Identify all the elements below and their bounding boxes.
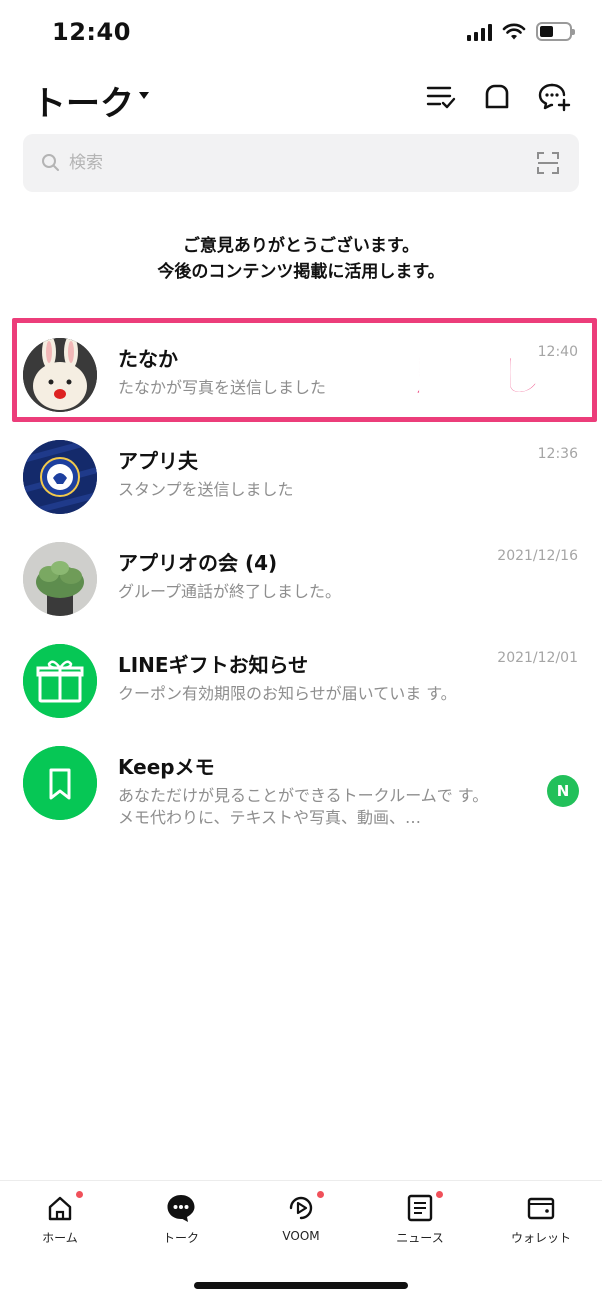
status-time: 12:40 [52, 18, 131, 46]
page-title[interactable]: トーク [32, 76, 134, 125]
tab-voom[interactable]: VOOM [251, 1191, 351, 1251]
chat-preview: グループ通話が終了しました。 [118, 582, 342, 601]
checklist-icon [426, 86, 456, 109]
bookmark-icon [23, 746, 97, 820]
header: トーク [0, 70, 602, 126]
chat-time: 12:36 [537, 446, 578, 462]
chat-time: 2021/12/16 [497, 548, 578, 564]
qr-scan-icon[interactable] [537, 152, 559, 174]
chevron-down-icon[interactable] [139, 92, 149, 99]
chat-bubble-icon [167, 1195, 195, 1222]
wifi-icon [502, 23, 526, 39]
add-chat-icon [538, 83, 571, 112]
home-indicator[interactable] [194, 1282, 408, 1289]
chat-row-appurio[interactable]: アプリ夫 スタンプを送信しました 12:36 [0, 417, 602, 519]
chat-row-line-gift[interactable]: LINEギフトお知らせ クーポン有効期限のお知らせが届いていま す。 2021/… [0, 621, 602, 723]
tab-label: トーク [162, 1231, 199, 1245]
edit-list-button[interactable] [424, 80, 458, 114]
tab-label: ホーム [42, 1231, 78, 1245]
notice-line-2: 今後のコンテンツ掲載に活用します。 [157, 262, 445, 282]
new-chat-button[interactable] [538, 80, 572, 114]
search-input[interactable] [69, 148, 509, 178]
chat-row-appurio-group[interactable]: アプリオの会 (4) グループ通話が終了しました。 2021/12/16 [0, 519, 602, 621]
chelsea-crest-avatar-icon [23, 440, 97, 514]
status-icons [467, 22, 575, 41]
news-icon [407, 1194, 433, 1222]
notification-dot [436, 1191, 443, 1198]
notification-dot [317, 1191, 324, 1198]
chat-row-keep-memo[interactable]: Keepメモ あなただけが見ることができるトークルームで す。メモ代わりに、テキ… [0, 723, 602, 827]
chat-preview: クーポン有効期限のお知らせが届いていま す。 [118, 684, 457, 703]
long-press-label: 長押し [407, 350, 543, 403]
feedback-notice: ご意見ありがとうございます。 今後のコンテンツ掲載に活用します。 [0, 233, 602, 285]
search-bar[interactable] [23, 134, 579, 192]
notification-dot [76, 1191, 83, 1198]
voom-play-icon [289, 1196, 313, 1220]
status-bar: 12:40 [0, 0, 602, 64]
tab-label: VOOM [282, 1229, 320, 1243]
gift-icon [23, 644, 97, 718]
chat-name: Keepメモ [118, 755, 215, 779]
notice-line-1: ご意見ありがとうございます。 [182, 236, 420, 256]
chat-preview: あなただけが見ることができるトークルームで す。メモ代わりに、テキストや写真、動… [118, 786, 489, 827]
tab-home[interactable]: ホーム [10, 1191, 110, 1251]
open-chat-button[interactable] [480, 80, 514, 114]
open-chat-icon [485, 84, 509, 109]
cellular-signal-icon [467, 23, 492, 41]
plant-avatar-icon [23, 542, 97, 616]
tab-news[interactable]: ニュース [370, 1191, 470, 1251]
tab-wallet[interactable]: ウォレット [491, 1191, 591, 1251]
tab-talk[interactable]: トーク [131, 1191, 231, 1251]
search-icon [42, 154, 59, 171]
tab-label: ウォレット [510, 1231, 571, 1245]
chat-name: アプリ夫 [118, 449, 198, 473]
new-badge: N [547, 775, 579, 807]
avatar [23, 440, 97, 514]
chat-name: アプリオの会 (4) [118, 551, 278, 575]
battery-icon [536, 22, 575, 41]
chat-name: LINEギフトお知らせ [118, 653, 309, 677]
tab-label: ニュース [396, 1231, 444, 1245]
avatar [23, 542, 97, 616]
chat-time: 2021/12/01 [497, 650, 578, 666]
avatar [23, 644, 97, 718]
avatar [23, 746, 97, 820]
wallet-icon [527, 1197, 555, 1220]
chat-preview: スタンプを送信しました [118, 480, 294, 499]
home-icon [48, 1196, 72, 1221]
